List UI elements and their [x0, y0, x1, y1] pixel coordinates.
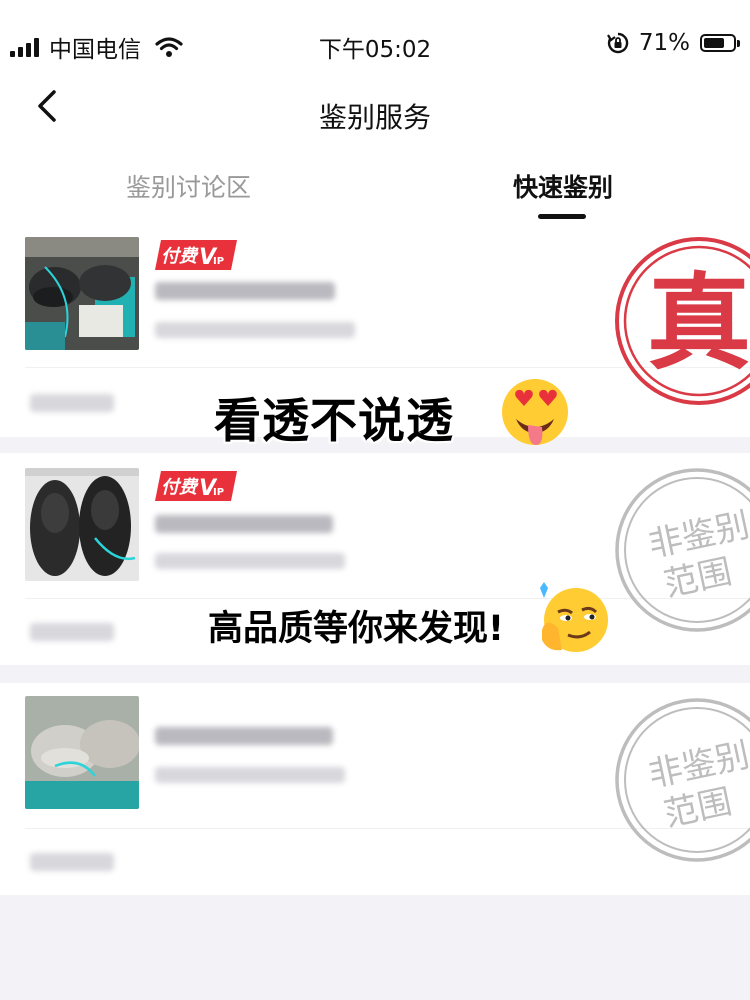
battery-fill	[704, 38, 724, 48]
svg-text:非鉴别: 非鉴别	[645, 735, 750, 795]
heart-eyes-tongue-emoji	[502, 379, 568, 445]
vip-badge: 付费 V IP	[155, 240, 237, 270]
overlay-caption-1: 看透不说透	[214, 394, 454, 449]
blurred-time	[30, 853, 114, 871]
product-image	[25, 237, 139, 350]
svg-text:IP: IP	[213, 487, 224, 498]
status-bar: 中国电信 下午05:02 71%	[0, 0, 750, 84]
authentic-stamp: 真	[615, 237, 750, 405]
product-image	[25, 696, 139, 809]
blurred-time	[30, 623, 114, 641]
vip-badge: 付费 V IP	[155, 471, 237, 501]
smirk-emoji	[540, 582, 608, 652]
not-in-scope-stamp: 非鉴别 范围	[615, 468, 750, 632]
tab-quick-authentication[interactable]: 快速鉴别	[513, 168, 613, 204]
tab-bar: 鉴别讨论区 快速鉴别	[0, 144, 750, 223]
blurred-subtitle	[155, 322, 355, 338]
blurred-time	[30, 394, 114, 412]
svg-text:非鉴别: 非鉴别	[645, 505, 750, 565]
nav-bar: 鉴别服务	[0, 84, 750, 144]
tab-discussion[interactable]: 鉴别讨论区	[126, 168, 251, 204]
blurred-title	[155, 282, 335, 300]
status-right: 71%	[606, 30, 740, 56]
svg-text:付费: 付费	[161, 477, 199, 498]
active-tab-indicator	[538, 214, 586, 219]
orientation-lock-icon	[606, 32, 629, 54]
svg-text:付费: 付费	[161, 246, 199, 267]
battery-percent: 71%	[638, 30, 690, 56]
blurred-title	[155, 515, 333, 533]
blurred-subtitle	[155, 767, 345, 783]
overlay-caption-2: 高品质等你来发现!	[208, 609, 504, 649]
battery-icon	[700, 34, 740, 52]
blurred-title	[155, 727, 333, 745]
blurred-subtitle	[155, 553, 345, 569]
list-item[interactable]: 非鉴别 范围	[0, 683, 750, 895]
page-title: 鉴别服务	[318, 101, 431, 134]
svg-text:IP: IP	[213, 256, 224, 267]
not-in-scope-stamp: 非鉴别 范围	[615, 698, 750, 862]
svg-text:真: 真	[647, 262, 750, 384]
product-image	[25, 468, 139, 581]
